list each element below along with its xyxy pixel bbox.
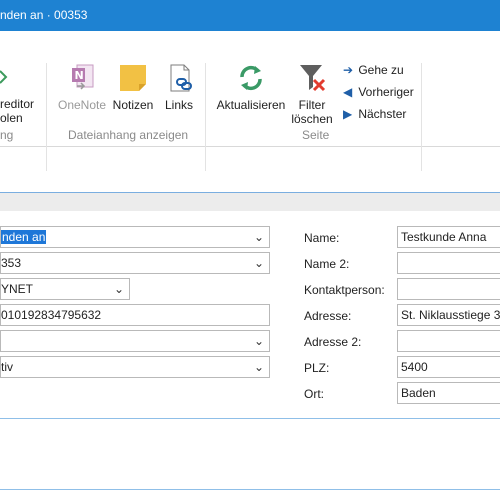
arrow-right-icon: ➔ [343,63,354,77]
chevron-down-icon[interactable]: ⌄ [254,227,264,247]
name2-field[interactable] [397,252,500,274]
group-separator [205,63,206,171]
chevron-down-icon[interactable]: ⌄ [254,357,264,377]
group-separator [46,63,47,171]
kontaktperson-label: Kontaktperson: [304,283,385,297]
field-reference-value: 010192834795632 [1,308,102,322]
aktualisieren-label: Aktualisieren [216,98,286,112]
ort-field[interactable]: Baden [397,382,500,404]
svg-text:N: N [75,69,84,82]
partial-green-icon [0,65,34,87]
refresh-icon [215,62,287,98]
filter-clear-icon [290,62,334,98]
notizen-label: Notizen [112,98,154,112]
filter-loeschen-button[interactable]: Filter löschen [290,62,334,126]
window-title: nden an · 00353 [0,8,88,22]
naechster-label: Nächster [358,107,407,121]
notes-icon [111,62,155,98]
field-number-value: 353 [1,256,22,270]
adresse-field[interactable]: St. Niklausstiege 3 [397,304,500,326]
links-button[interactable]: Links [161,62,197,112]
field-status[interactable]: tiv ⌄ [0,356,270,378]
naechster-button[interactable]: ▶ Nächster [343,107,406,121]
seite-group-label: Seite [302,128,330,142]
group-separator [421,63,422,171]
field-document-type[interactable]: nden an ⌄ [0,226,270,248]
field-code[interactable]: YNET ⌄ [0,278,130,300]
vorheriger-label: Vorheriger [358,85,414,99]
plz-field[interactable]: 5400 [397,356,500,378]
vorheriger-button[interactable]: ◀ Vorheriger [343,85,414,99]
selected-text: nden an [1,230,47,244]
kreditor-label-2: olen [0,111,23,125]
gehe-zu-button[interactable]: ➔ Gehe zu [343,63,404,77]
chevron-down-icon[interactable]: ⌄ [254,331,264,351]
title-bar: nden an · 00353 [0,0,500,31]
ribbon: reditor olen ng N OneNote Notizen Links … [0,31,500,171]
aktualisieren-button[interactable]: Aktualisieren [215,62,287,112]
field-reference[interactable]: 010192834795632 [0,304,270,326]
onenote-button[interactable]: N OneNote [56,62,108,112]
adresse-label: Adresse: [304,309,352,323]
name2-label: Name 2: [304,257,350,271]
field-number[interactable]: 353 ⌄ [0,252,270,274]
section-header-band [0,192,500,211]
onenote-icon: N [56,62,108,98]
links-icon [161,62,197,98]
chevron-down-icon[interactable]: ⌄ [254,253,264,273]
triangle-left-icon: ◀ [343,85,353,99]
kreditor-label-1: reditor [0,97,35,111]
onenote-label: OneNote [57,98,107,112]
section-divider [0,489,500,490]
plz-label: PLZ: [304,361,330,375]
section-divider [0,418,500,419]
field-empty-dropdown[interactable]: ⌄ [0,330,270,352]
triangle-right-icon: ▶ [343,107,353,121]
name-field[interactable]: Testkunde Anna [397,226,500,248]
adresse2-label: Adresse 2: [304,335,362,349]
name-label: Name: [304,231,340,245]
chevron-down-icon[interactable]: ⌄ [114,279,124,299]
gehe-zu-label: Gehe zu [358,63,404,77]
kontaktperson-field[interactable] [397,278,500,300]
group-label-partial: ng [0,128,14,142]
filter-label-1: Filter [298,98,326,112]
dateianhang-group-label: Dateianhang anzeigen [68,128,189,142]
adresse2-field[interactable] [397,330,500,352]
field-code-value: YNET [1,282,34,296]
kreditor-holen-button[interactable]: reditor olen [0,65,34,125]
ort-label: Ort: [304,387,324,401]
notizen-button[interactable]: Notizen [111,62,155,112]
field-status-value: tiv [1,360,13,374]
filter-label-2: löschen [291,112,333,126]
links-label: Links [164,98,193,112]
